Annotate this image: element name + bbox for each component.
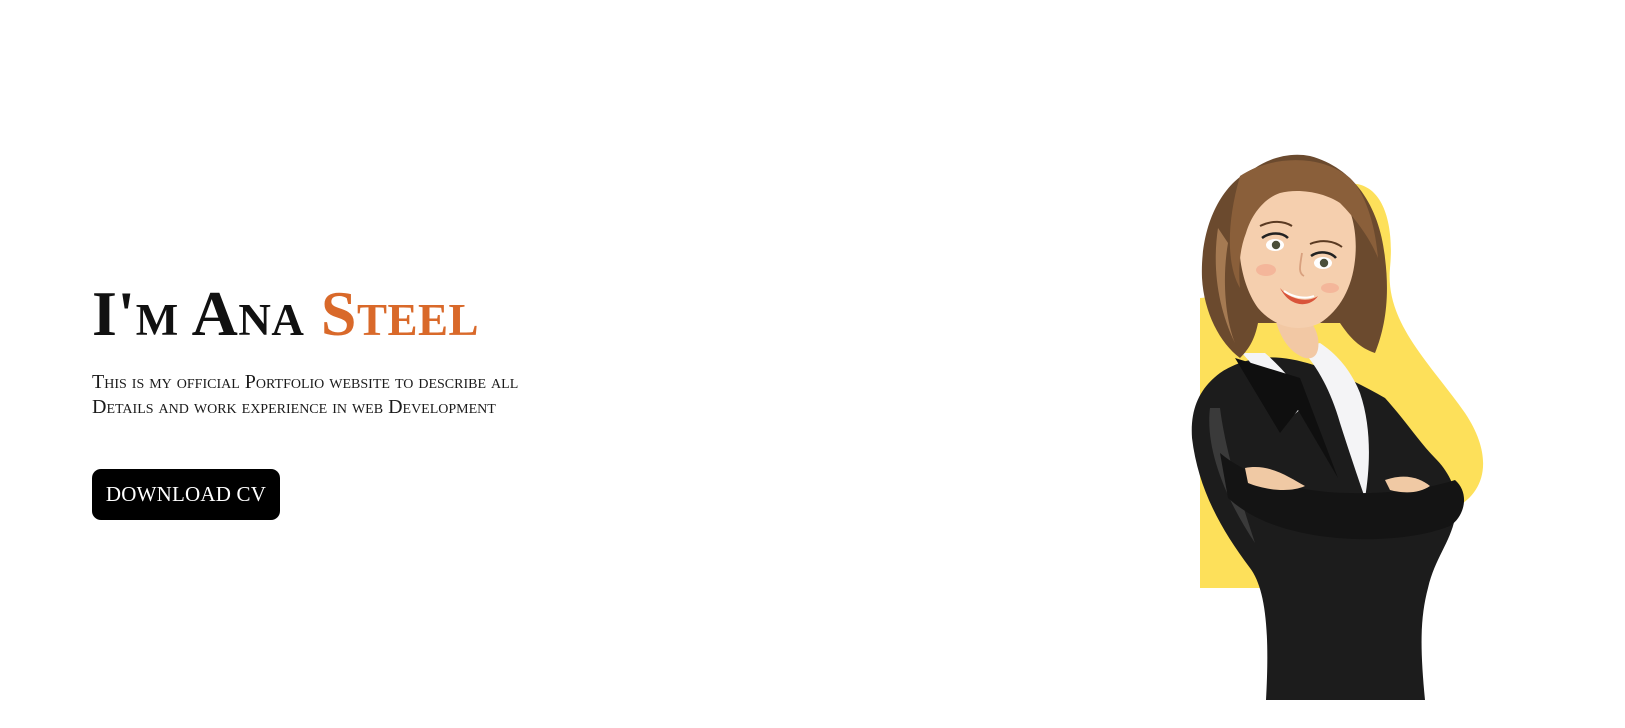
hero-description: This is my official Portfolio website to… bbox=[92, 370, 612, 420]
businesswoman-illustration bbox=[1180, 148, 1560, 700]
download-cv-button[interactable]: DOWNLOAD CV bbox=[92, 469, 280, 520]
businesswoman-icon bbox=[1191, 154, 1484, 700]
hero-description-line-1: This is my official Portfolio website to… bbox=[92, 371, 519, 393]
hero-text-block: I'm Ana Steel This is my official Portfo… bbox=[92, 278, 732, 420]
hero-title-prefix: I'm Ana bbox=[92, 278, 321, 349]
hero-description-line-2: Details and work experience in web Devel… bbox=[92, 396, 496, 418]
hero-title: I'm Ana Steel bbox=[92, 278, 732, 350]
hero-title-accent: Steel bbox=[320, 278, 479, 349]
